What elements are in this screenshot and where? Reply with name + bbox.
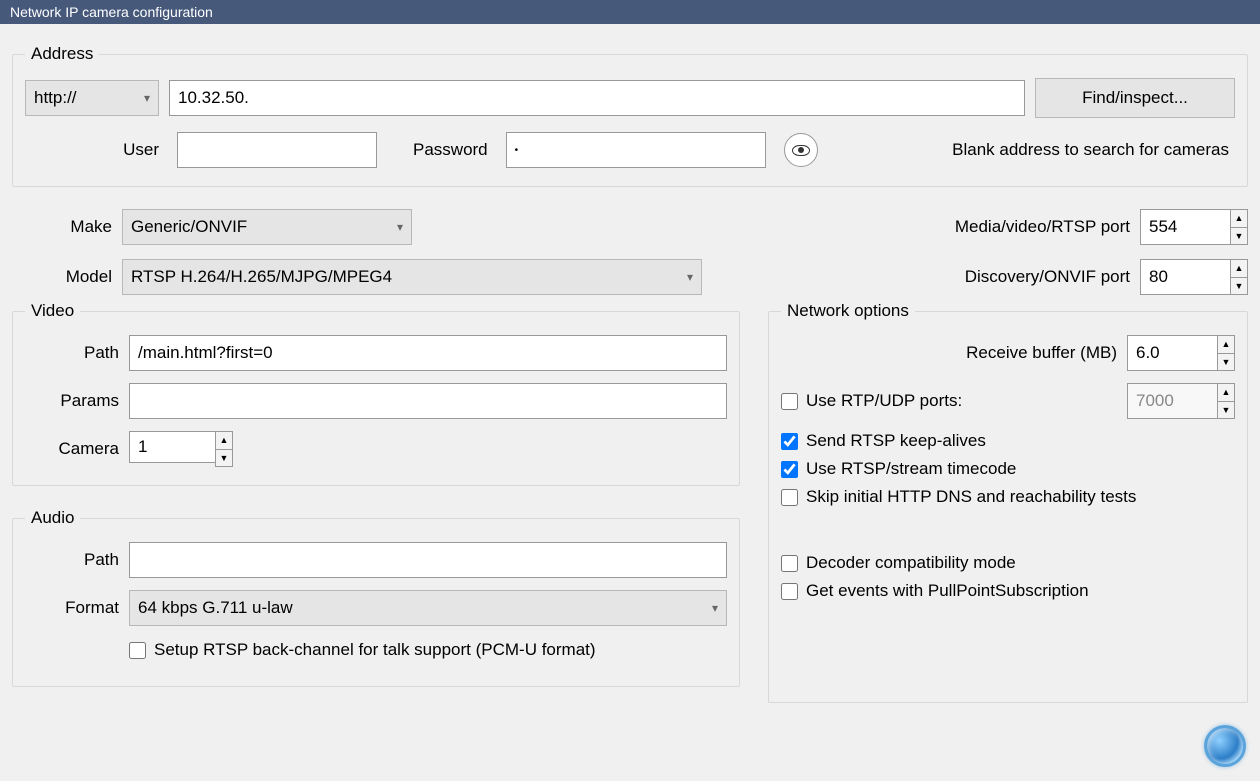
use-rtp-udp-label: Use RTP/UDP ports: [806, 391, 962, 411]
spin-down-button[interactable]: ▼ [1217, 401, 1235, 419]
use-timecode-label: Use RTSP/stream timecode [806, 459, 1016, 479]
audio-path-input[interactable] [129, 542, 727, 578]
user-input[interactable] [177, 132, 377, 168]
media-port-spinbox[interactable]: ▲ ▼ [1140, 209, 1248, 245]
audio-format-select[interactable]: 64 kbps G.711 u-law ▾ [129, 590, 727, 626]
pullpoint-label: Get events with PullPointSubscription [806, 581, 1089, 601]
model-label: Model [12, 267, 112, 287]
rtsp-back-channel-checkbox[interactable] [129, 642, 146, 659]
spin-up-button[interactable]: ▲ [1217, 335, 1235, 353]
decoder-compat-checkbox[interactable] [781, 555, 798, 572]
chevron-down-icon: ▾ [712, 601, 718, 615]
receive-buffer-input[interactable] [1127, 335, 1217, 371]
spin-up-button[interactable]: ▲ [215, 431, 233, 449]
decoder-compat-label: Decoder compatibility mode [806, 553, 1016, 573]
spin-down-button[interactable]: ▼ [1230, 277, 1248, 295]
video-legend: Video [25, 301, 80, 321]
receive-buffer-spinbox[interactable]: ▲ ▼ [1127, 335, 1235, 371]
video-path-input[interactable] [129, 335, 727, 371]
audio-path-label: Path [25, 550, 119, 570]
discovery-port-input[interactable] [1140, 259, 1230, 295]
make-label: Make [12, 217, 112, 237]
audio-group: Audio Path Format 64 kbps G.711 u-law ▾ [12, 508, 740, 687]
camera-spinbox[interactable]: ▲ ▼ [129, 431, 233, 467]
blank-address-hint: Blank address to search for cameras [836, 140, 1235, 160]
video-params-label: Params [25, 391, 119, 411]
reveal-password-button[interactable] [784, 133, 818, 167]
video-camera-label: Camera [25, 439, 119, 459]
discovery-port-label: Discovery/ONVIF port [768, 267, 1130, 287]
spin-up-button[interactable]: ▲ [1230, 209, 1248, 227]
video-group: Video Path Params Camera [12, 301, 740, 486]
discovery-port-spinbox[interactable]: ▲ ▼ [1140, 259, 1248, 295]
rtp-port-spinbox[interactable]: ▲ ▼ [1127, 383, 1235, 419]
skip-dns-checkbox[interactable] [781, 489, 798, 506]
protocol-select[interactable]: http:// ▾ [25, 80, 159, 116]
spin-up-button[interactable]: ▲ [1230, 259, 1248, 277]
window: Network IP camera configuration Address … [0, 0, 1260, 781]
password-input[interactable] [506, 132, 766, 168]
model-selected-text: RTSP H.264/H.265/MJPG/MPEG4 [131, 267, 392, 287]
find-inspect-button[interactable]: Find/inspect... [1035, 78, 1235, 118]
media-port-label: Media/video/RTSP port [768, 217, 1130, 237]
audio-format-selected-text: 64 kbps G.711 u-law [138, 598, 293, 618]
password-label: Password [413, 140, 488, 160]
chevron-down-icon: ▾ [687, 270, 693, 284]
receive-buffer-label: Receive buffer (MB) [781, 343, 1117, 363]
spin-down-button[interactable]: ▼ [1217, 353, 1235, 371]
video-params-input[interactable] [129, 383, 727, 419]
spin-down-button[interactable]: ▼ [1230, 227, 1248, 245]
status-orb-icon [1204, 725, 1246, 767]
send-keepalives-checkbox[interactable] [781, 433, 798, 450]
camera-number-input[interactable] [129, 431, 215, 463]
make-selected-text: Generic/ONVIF [131, 217, 247, 237]
audio-format-label: Format [25, 598, 119, 618]
make-select[interactable]: Generic/ONVIF ▾ [122, 209, 412, 245]
spin-down-button[interactable]: ▼ [215, 449, 233, 467]
model-select[interactable]: RTSP H.264/H.265/MJPG/MPEG4 ▾ [122, 259, 702, 295]
eye-icon [792, 145, 810, 156]
user-label: User [25, 140, 159, 160]
video-path-label: Path [25, 343, 119, 363]
host-input[interactable] [169, 80, 1025, 116]
network-options-group: Network options Receive buffer (MB) ▲ ▼ [768, 301, 1248, 703]
rtsp-back-channel-label: Setup RTSP back-channel for talk support… [154, 640, 596, 660]
use-timecode-checkbox[interactable] [781, 461, 798, 478]
titlebar: Network IP camera configuration [0, 0, 1260, 24]
pullpoint-checkbox[interactable] [781, 583, 798, 600]
window-title: Network IP camera configuration [10, 4, 213, 20]
send-keepalives-label: Send RTSP keep-alives [806, 431, 986, 451]
content-area: Address http:// ▾ Find/inspect... User P… [0, 24, 1260, 725]
chevron-down-icon: ▾ [144, 91, 150, 105]
skip-dns-label: Skip initial HTTP DNS and reachability t… [806, 487, 1136, 507]
address-group: Address http:// ▾ Find/inspect... User P… [12, 44, 1248, 187]
spin-up-button[interactable]: ▲ [1217, 383, 1235, 401]
chevron-down-icon: ▾ [397, 220, 403, 234]
rtp-port-input[interactable] [1127, 383, 1217, 419]
protocol-selected-text: http:// [34, 88, 77, 108]
use-rtp-udp-checkbox[interactable] [781, 393, 798, 410]
audio-legend: Audio [25, 508, 80, 528]
media-port-input[interactable] [1140, 209, 1230, 245]
address-legend: Address [25, 44, 99, 64]
network-options-legend: Network options [781, 301, 915, 321]
